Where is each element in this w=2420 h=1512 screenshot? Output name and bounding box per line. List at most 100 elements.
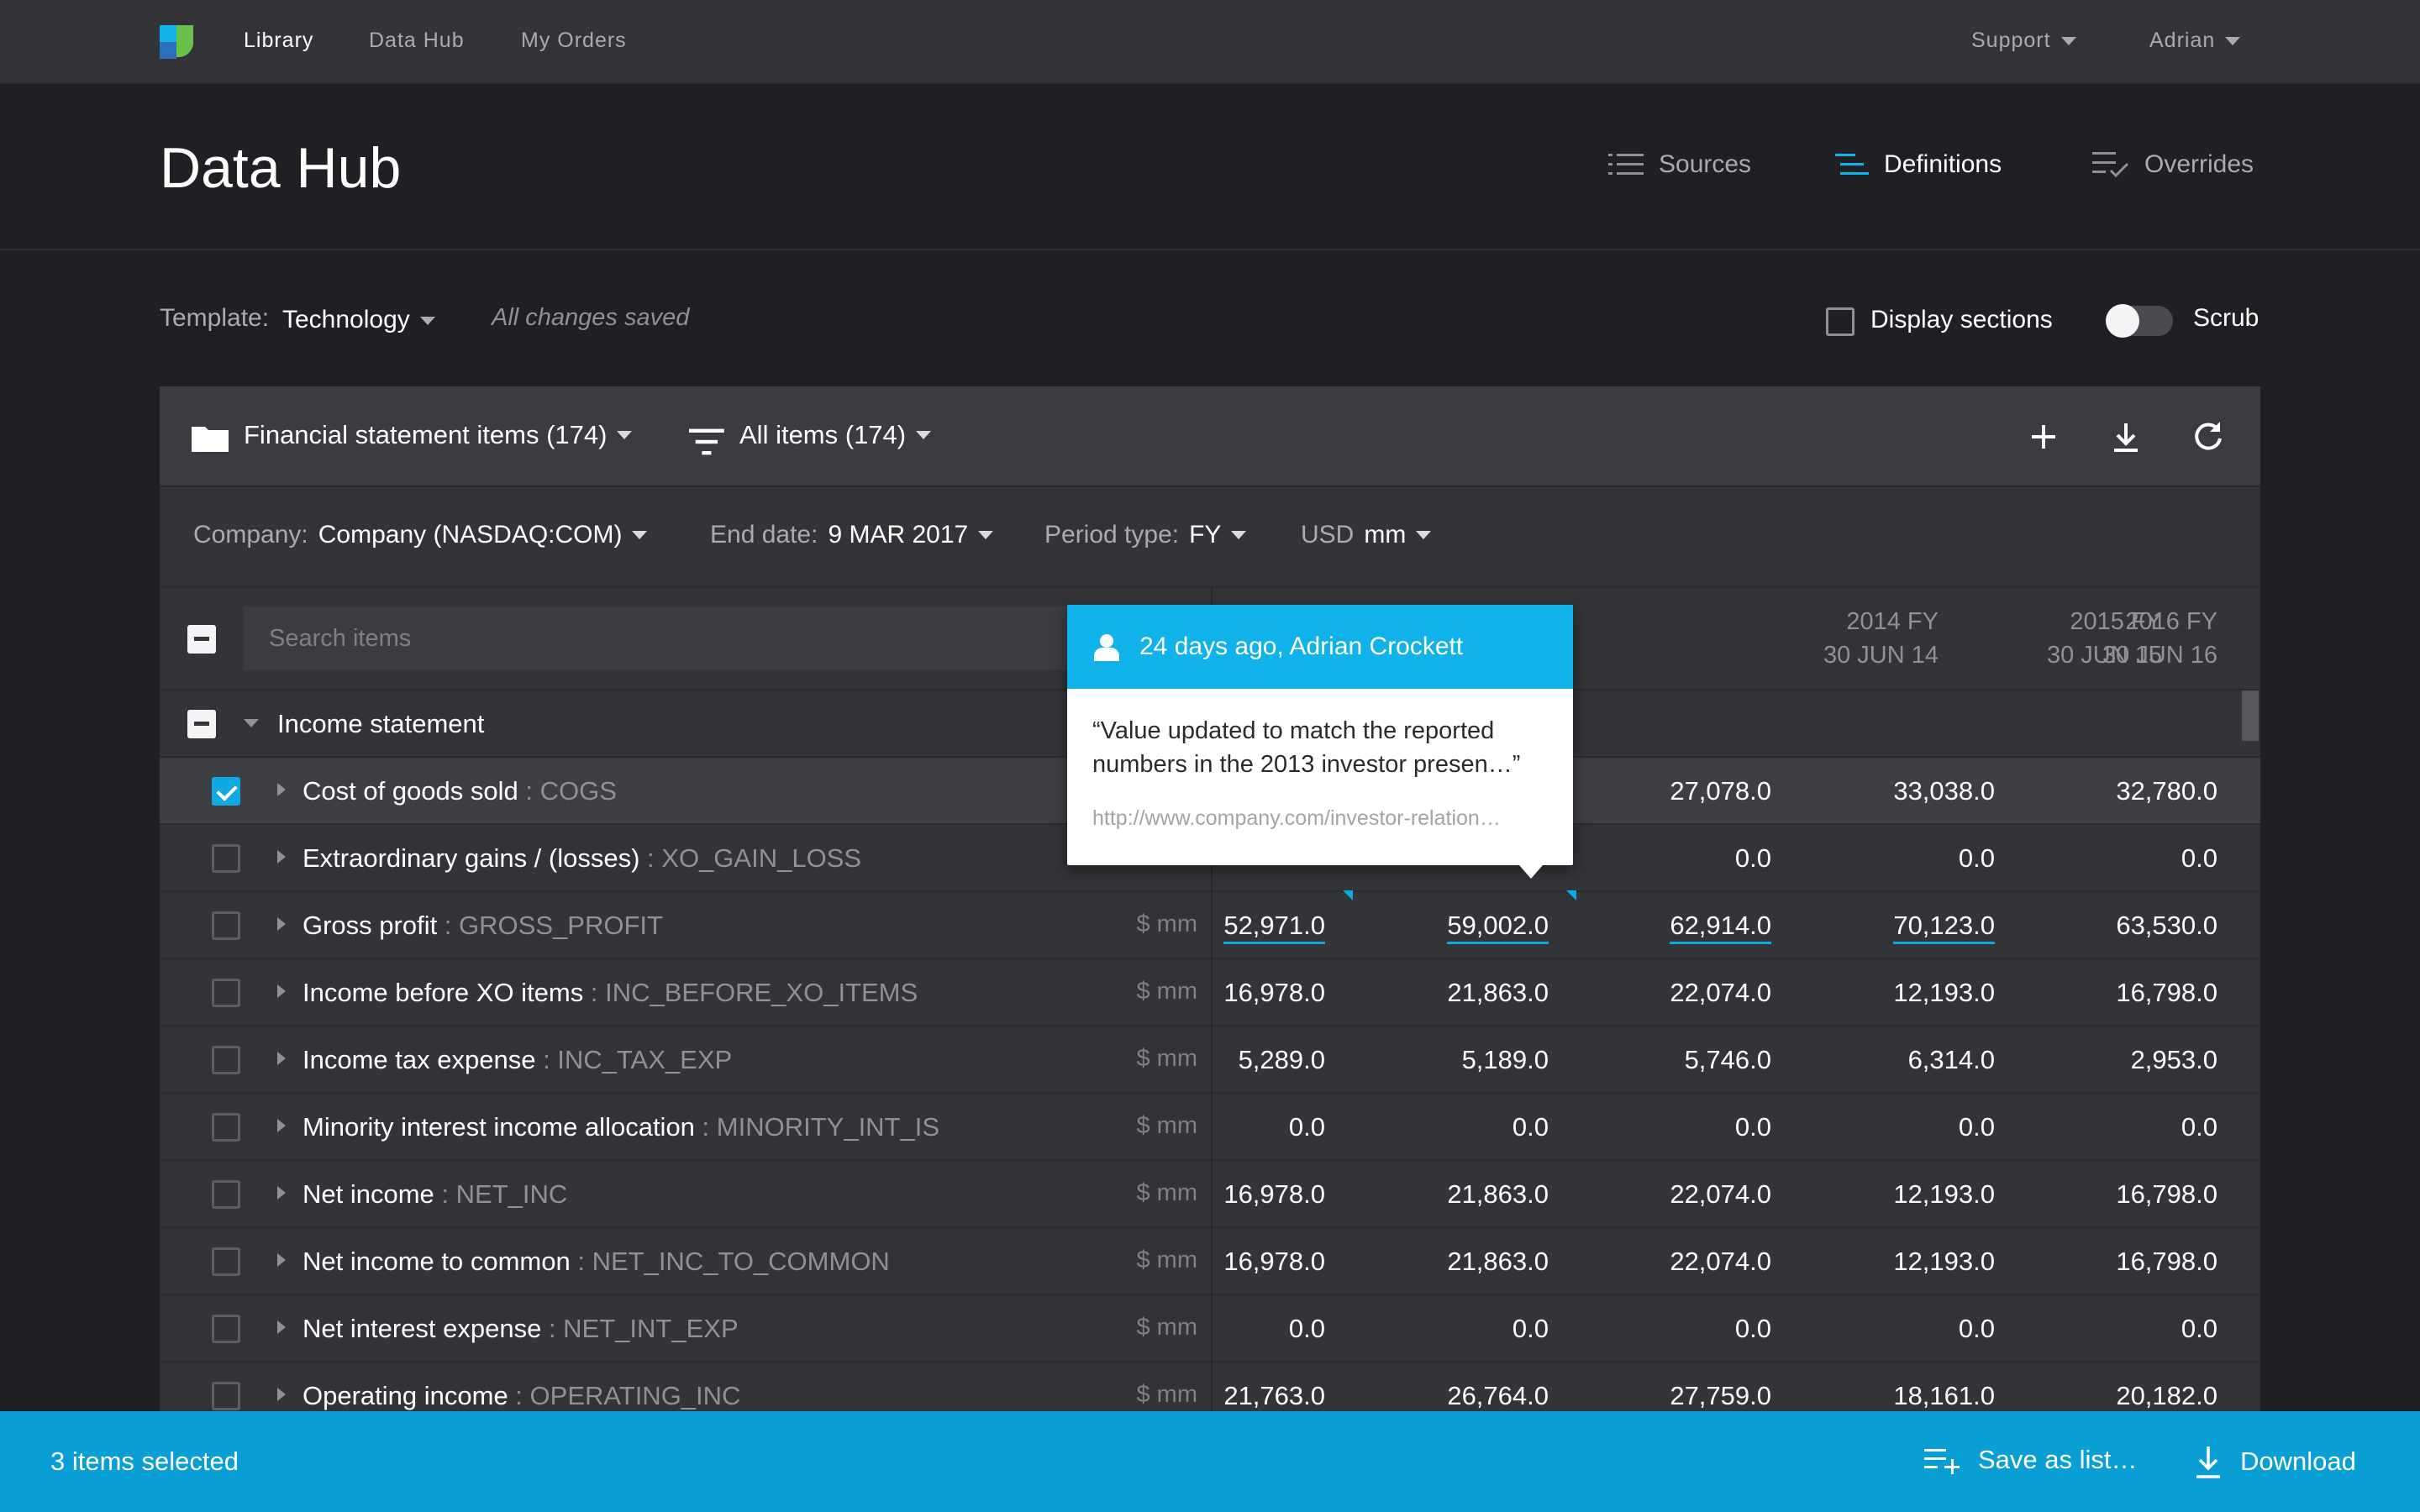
value-cell[interactable]: 32,780.0 (2049, 776, 2217, 806)
value-cell[interactable]: 5,746.0 (1603, 1045, 1771, 1075)
period-type-filter[interactable]: Period type: FY (1044, 521, 1247, 549)
nav-my-orders[interactable]: My Orders (521, 29, 627, 53)
end-date-filter[interactable]: End date: 9 MAR 2017 (710, 521, 994, 549)
currency-filter[interactable]: USD mm (1301, 521, 1432, 549)
save-as-list-button[interactable]: Save as list… (1924, 1445, 2138, 1475)
add-icon[interactable] (2025, 418, 2062, 455)
value-cell[interactable]: 0.0 (1603, 1112, 1771, 1142)
caret-right-icon[interactable] (277, 984, 286, 998)
scrollbar-thumb[interactable] (2242, 690, 2259, 741)
download-button[interactable]: Download (2193, 1445, 2356, 1478)
value-cell[interactable]: 21,763.0 (1157, 1381, 1325, 1411)
table-row[interactable]: Income before XO items : INC_BEFORE_XO_I… (160, 958, 2260, 1025)
value-cell[interactable]: 2,953.0 (2049, 1045, 2217, 1075)
value-cell[interactable]: 20,182.0 (2049, 1381, 2217, 1411)
row-checkbox[interactable] (212, 844, 240, 873)
tab-definitions[interactable]: Definitions (1835, 150, 2002, 179)
row-checkbox[interactable] (212, 1180, 240, 1209)
value-cell[interactable]: 6,314.0 (1827, 1045, 1995, 1075)
caret-right-icon[interactable] (277, 1388, 286, 1401)
caret-right-icon[interactable] (277, 1119, 286, 1132)
value-cell[interactable]: 22,074.0 (1603, 978, 1771, 1008)
value-cell[interactable]: 16,978.0 (1157, 1247, 1325, 1277)
value-cell[interactable]: 0.0 (1827, 1112, 1995, 1142)
template-select[interactable]: Technology (282, 306, 435, 334)
value-cell[interactable]: 0.0 (1381, 1314, 1549, 1344)
scrub-toggle[interactable] (2106, 304, 2173, 338)
value-cell[interactable]: 22,074.0 (1603, 1247, 1771, 1277)
column-header[interactable]: 2016 FY 30 JUN 16 (2049, 605, 2217, 672)
row-checkbox[interactable] (212, 777, 240, 806)
download-icon[interactable] (2107, 418, 2144, 455)
override-marker[interactable] (1343, 890, 1353, 900)
value-cell[interactable]: 0.0 (1603, 1314, 1771, 1344)
value-cell[interactable]: 0.0 (2049, 1314, 2217, 1344)
user-menu[interactable]: Adrian (2149, 29, 2241, 53)
tab-sources[interactable]: Sources (1608, 150, 1751, 179)
display-sections-checkbox[interactable] (1826, 307, 1854, 336)
refresh-icon[interactable] (2190, 418, 2227, 455)
caret-right-icon[interactable] (277, 783, 286, 796)
value-cell[interactable]: 0.0 (1157, 1314, 1325, 1344)
value-cell[interactable]: 12,193.0 (1827, 978, 1995, 1008)
company-filter[interactable]: Company: Company (NASDAQ:COM) (193, 521, 648, 549)
table-row[interactable]: Minority interest income allocation : MI… (160, 1092, 2260, 1159)
row-checkbox[interactable] (212, 1247, 240, 1276)
table-row[interactable]: Income tax expense : INC_TAX_EXP $ mm 5,28… (160, 1025, 2260, 1092)
override-marker[interactable] (1566, 890, 1576, 900)
tab-overrides[interactable]: Overrides (2092, 150, 2254, 179)
value-cell[interactable]: 63,530.0 (2049, 911, 2217, 941)
value-cell[interactable]: 16,978.0 (1157, 1179, 1325, 1210)
value-cell[interactable]: 16,798.0 (2049, 978, 2217, 1008)
search-input[interactable]: Search items (244, 606, 1210, 670)
table-row[interactable]: Net income : NET_INC $ mm 16,978.0 21,863.0… (160, 1159, 2260, 1226)
table-row[interactable]: Operating income : OPERATING_INC $ mm 21,7… (160, 1361, 2260, 1411)
filter-select[interactable]: All items (174) (739, 420, 932, 450)
row-checkbox[interactable] (212, 1046, 240, 1074)
value-cell[interactable]: 0.0 (1827, 843, 1995, 874)
value-cell[interactable]: 18,161.0 (1827, 1381, 1995, 1411)
value-cell[interactable]: 52,971.0 (1157, 911, 1325, 944)
value-cell[interactable]: 62,914.0 (1603, 911, 1771, 944)
nav-data-hub[interactable]: Data Hub (369, 29, 465, 53)
value-cell[interactable]: 0.0 (1157, 1112, 1325, 1142)
support-menu[interactable]: Support (1971, 29, 2076, 53)
value-cell[interactable]: 21,863.0 (1381, 1179, 1549, 1210)
caret-right-icon[interactable] (277, 1320, 286, 1334)
value-cell[interactable]: 21,863.0 (1381, 978, 1549, 1008)
value-cell[interactable]: 5,189.0 (1381, 1045, 1549, 1075)
table-row[interactable]: Net income to common : NET_INC_TO_COMMON… (160, 1226, 2260, 1294)
folder-select[interactable]: Financial statement items (174) (244, 420, 633, 450)
caret-right-icon[interactable] (277, 917, 286, 931)
value-cell[interactable]: 27,759.0 (1603, 1381, 1771, 1411)
row-checkbox[interactable] (212, 1315, 240, 1343)
row-checkbox[interactable] (212, 979, 240, 1007)
nav-library[interactable]: Library (244, 29, 313, 53)
value-cell[interactable]: 0.0 (2049, 1112, 2217, 1142)
value-cell[interactable]: 26,764.0 (1381, 1381, 1549, 1411)
value-cell[interactable]: 0.0 (1381, 1112, 1549, 1142)
value-cell[interactable]: 33,038.0 (1827, 776, 1995, 806)
row-checkbox[interactable] (212, 1382, 240, 1410)
app-logo-icon[interactable] (160, 25, 193, 59)
value-cell[interactable]: 59,002.0 (1381, 911, 1549, 944)
table-row[interactable]: Gross profit : GROSS_PROFIT $ mm 52,971.0 5… (160, 890, 2260, 958)
value-cell[interactable]: 16,798.0 (2049, 1179, 2217, 1210)
table-row[interactable]: Net interest expense : NET_INT_EXP $ mm 0.… (160, 1294, 2260, 1361)
value-cell[interactable]: 27,078.0 (1603, 776, 1771, 806)
column-header[interactable]: 2014 FY 30 JUN 14 (1770, 605, 1939, 672)
value-cell[interactable]: 5,289.0 (1157, 1045, 1325, 1075)
value-cell[interactable]: 0.0 (2049, 843, 2217, 874)
row-checkbox[interactable] (212, 911, 240, 940)
caret-right-icon[interactable] (277, 1052, 286, 1065)
value-cell[interactable]: 16,978.0 (1157, 978, 1325, 1008)
tooltip-source-link[interactable]: http://www.company.com/investor-relation… (1092, 806, 1555, 831)
value-cell[interactable]: 16,798.0 (2049, 1247, 2217, 1277)
caret-right-icon[interactable] (277, 1253, 286, 1267)
section-checkbox[interactable] (187, 710, 216, 738)
caret-right-icon[interactable] (277, 850, 286, 864)
value-cell[interactable]: 21,863.0 (1381, 1247, 1549, 1277)
value-cell[interactable]: 22,074.0 (1603, 1179, 1771, 1210)
caret-right-icon[interactable] (277, 1186, 286, 1200)
row-checkbox[interactable] (212, 1113, 240, 1142)
